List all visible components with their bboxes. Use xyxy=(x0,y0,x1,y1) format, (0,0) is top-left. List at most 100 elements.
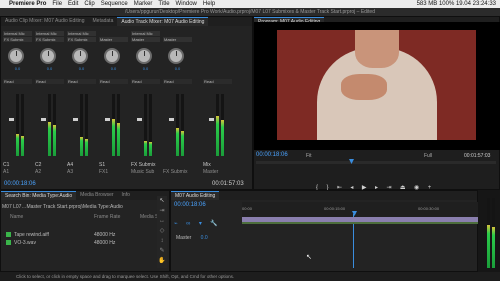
automation-mode[interactable]: Read xyxy=(203,79,232,84)
add-marker-icon[interactable]: ▾ xyxy=(199,220,202,227)
fit-dropdown[interactable]: Fit xyxy=(306,153,312,159)
automation-mode[interactable]: Read xyxy=(131,79,160,84)
program-duration: 00:01:57:03 xyxy=(464,153,491,159)
track-select-icon[interactable]: ⇥ xyxy=(157,206,167,216)
channel-sub-label: FX Submix xyxy=(131,162,156,168)
input-select[interactable]: Internal Mic xyxy=(67,31,96,36)
volume-fader[interactable] xyxy=(209,118,214,121)
mixer-channel: Master 0.0 Read S1 FX1 xyxy=(98,22,129,175)
channel-meter xyxy=(221,94,224,156)
slip-tool-icon[interactable]: ↕ xyxy=(157,236,167,246)
ripple-edit-icon[interactable]: ↔ xyxy=(157,216,167,226)
menu-help[interactable]: Help xyxy=(203,1,215,7)
channel-meter xyxy=(85,94,88,156)
menu-marker[interactable]: Marker xyxy=(134,1,153,7)
tools-panel: ↖ ⇥ ↔ ◇ ↕ ✎ ✋ xyxy=(157,196,167,268)
column-name[interactable]: Name xyxy=(10,213,23,221)
audio-clip-icon xyxy=(6,232,11,238)
pan-value[interactable]: 0.0 xyxy=(98,66,129,71)
output-select[interactable]: FX Submix xyxy=(3,37,32,42)
quality-dropdown[interactable]: Full xyxy=(424,153,432,159)
output-select[interactable]: Master xyxy=(163,37,192,42)
tab-sequence[interactable]: M07 Audio Editing xyxy=(171,191,220,200)
pan-knob[interactable] xyxy=(104,48,120,64)
input-select[interactable]: Internal Mic xyxy=(3,31,32,36)
menu-sequence[interactable]: Sequence xyxy=(101,1,128,7)
timeline-settings-icon[interactable]: 🔧 xyxy=(210,220,217,227)
program-scrubber[interactable] xyxy=(256,159,496,164)
channel-sub-label: S1 xyxy=(99,162,106,168)
razor-tool-icon[interactable]: ◇ xyxy=(157,226,167,236)
channel-sub-label: C2 xyxy=(35,162,42,168)
tab-info[interactable]: Info xyxy=(118,191,134,200)
volume-fader[interactable] xyxy=(9,118,14,121)
video-neck xyxy=(355,30,399,68)
tab-search-bin[interactable]: Search Bin: Media Type:Audio xyxy=(1,191,77,200)
hand-tool-icon[interactable]: ✋ xyxy=(157,256,167,266)
program-video xyxy=(254,22,500,150)
volume-fader[interactable] xyxy=(169,118,174,121)
column-media-start[interactable]: Media S xyxy=(140,213,158,221)
channel-meter xyxy=(48,94,51,156)
ruler-label: 00:00:15:00 xyxy=(324,206,346,211)
pan-value[interactable]: 0.0 xyxy=(130,66,161,71)
pan-knob[interactable] xyxy=(168,48,184,64)
snap-icon[interactable]: ⌁ xyxy=(174,220,178,227)
volume-fader[interactable] xyxy=(137,118,142,121)
channel-name: Master xyxy=(203,169,219,175)
pen-tool-icon[interactable]: ✎ xyxy=(157,246,167,256)
menu-edit[interactable]: Edit xyxy=(68,1,78,7)
automation-mode[interactable]: Read xyxy=(99,79,128,84)
output-select[interactable]: Master xyxy=(131,37,160,42)
menu-window[interactable]: Window xyxy=(176,1,197,7)
tab-media-browser[interactable]: Media Browser xyxy=(76,191,117,200)
automation-mode[interactable]: Read xyxy=(163,79,192,84)
pan-knob[interactable] xyxy=(136,48,152,64)
timeline-timecode[interactable]: 00:00:18:06 xyxy=(174,202,206,208)
automation-mode[interactable]: Read xyxy=(3,79,32,84)
list-item[interactable]: VO-3.wav 48000 Hz xyxy=(2,239,169,247)
master-track-value[interactable]: 0.0 xyxy=(201,235,208,241)
program-playhead[interactable] xyxy=(349,159,354,164)
output-select[interactable]: FX Submix xyxy=(35,37,64,42)
video-hand xyxy=(341,74,387,100)
column-frame-rate[interactable]: Frame Rate xyxy=(94,213,120,221)
output-select[interactable]: Master xyxy=(99,37,128,42)
pan-value[interactable]: 0.0 xyxy=(34,66,65,71)
menu-file[interactable]: File xyxy=(52,1,62,7)
video-frame xyxy=(277,30,476,140)
menu-clip[interactable]: Clip xyxy=(84,1,94,7)
pan-knob[interactable] xyxy=(8,48,24,64)
automation-mode[interactable]: Read xyxy=(67,79,96,84)
pan-knob[interactable] xyxy=(72,48,88,64)
program-timecode[interactable]: 00:00:18:06 xyxy=(256,152,288,158)
app-menu[interactable]: Premiere Pro xyxy=(9,1,46,7)
project-panel: Search Bin: Media Type:Audio Media Brows… xyxy=(0,190,170,272)
pan-value[interactable]: 0.0 xyxy=(162,66,193,71)
volume-fader[interactable] xyxy=(73,118,78,121)
project-path: M07 L07…Master Track Start.prproj\Media … xyxy=(2,204,123,210)
output-select[interactable]: FX Submix xyxy=(67,37,96,42)
selection-tool-icon[interactable]: ↖ xyxy=(157,196,167,206)
channel-meter xyxy=(80,94,83,156)
input-select[interactable]: Internal Mic xyxy=(35,31,64,36)
pan-value[interactable]: 0.0 xyxy=(66,66,97,71)
audio-clip-track-lower[interactable] xyxy=(242,222,478,224)
mixer-channel: Internal Mic FX Submix 0.0 Read C2 A2 xyxy=(34,22,65,175)
volume-fader[interactable] xyxy=(41,118,46,121)
volume-fader[interactable] xyxy=(105,118,110,121)
mouse-cursor-icon: ↖ xyxy=(306,254,312,261)
audio-meter-left xyxy=(487,198,490,268)
list-item[interactable]: Tape rewind.aiff 48000 Hz xyxy=(2,231,169,239)
input-select[interactable]: Internal Mic xyxy=(131,31,160,36)
pan-value[interactable]: 0.0 xyxy=(2,66,33,71)
mixer-timecode[interactable]: 00:00:18:06 xyxy=(4,181,36,187)
linked-selection-icon[interactable]: ∞ xyxy=(186,221,190,227)
pan-knob[interactable] xyxy=(40,48,56,64)
timeline-ruler[interactable]: 00:00 00:00:15:00 00:00:30:00 xyxy=(242,202,478,218)
menu-title[interactable]: Title xyxy=(158,1,169,7)
channel-name: A3 xyxy=(67,169,74,175)
menu-bar: Premiere Pro File Edit Clip Sequence Mar… xyxy=(0,0,500,8)
channel-sub-label: A4 xyxy=(67,162,74,168)
automation-mode[interactable]: Read xyxy=(35,79,64,84)
